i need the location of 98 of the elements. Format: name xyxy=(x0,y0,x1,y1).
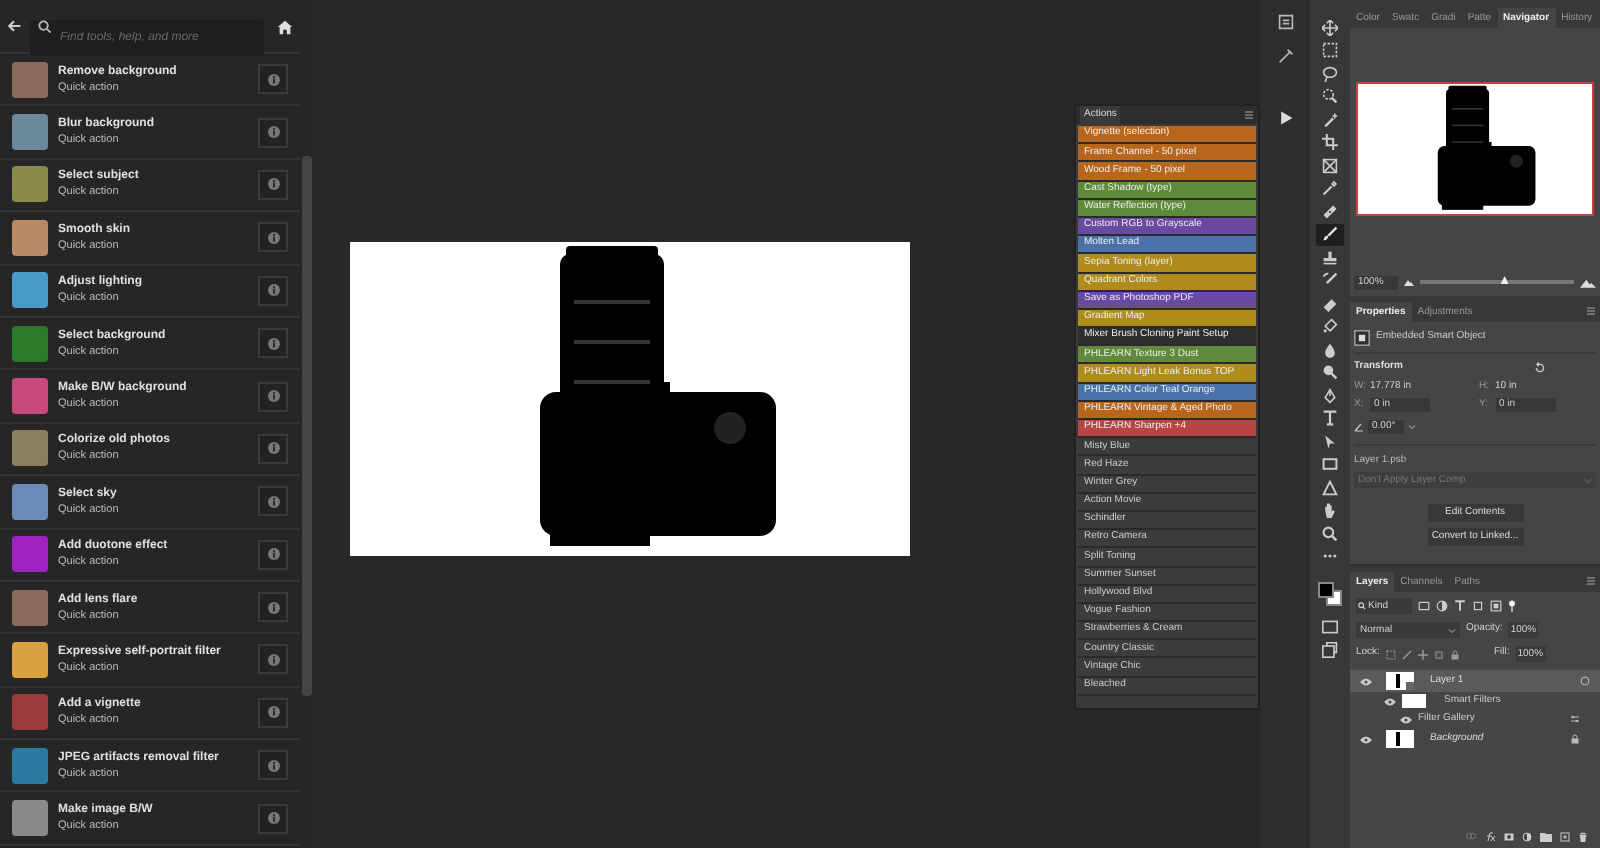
info-button[interactable] xyxy=(258,328,288,359)
eye-icon[interactable] xyxy=(1400,715,1412,723)
tool-button[interactable] xyxy=(1316,223,1344,246)
large-mountain-icon[interactable] xyxy=(1580,277,1596,287)
eraser-icon xyxy=(1322,295,1338,312)
small-mountain-icon[interactable] xyxy=(1404,278,1414,286)
home-icon[interactable] xyxy=(276,17,294,35)
eye-icon[interactable] xyxy=(1360,677,1372,685)
tool-button[interactable] xyxy=(1316,16,1344,39)
info-icon xyxy=(267,812,279,825)
quick-mask-icon[interactable] xyxy=(1322,620,1338,634)
info-icon xyxy=(267,284,279,297)
search-icon xyxy=(38,19,52,33)
rectangle-icon xyxy=(1322,456,1338,473)
info-button[interactable] xyxy=(258,169,288,200)
filter-options-icon[interactable] xyxy=(1570,714,1580,724)
fx-icon[interactable] xyxy=(1484,831,1496,841)
menu-icon[interactable] xyxy=(1586,576,1596,586)
menu-icon[interactable] xyxy=(1586,306,1596,316)
smart-object-icon xyxy=(1354,329,1370,345)
info-button[interactable] xyxy=(258,592,288,623)
reset-icon[interactable] xyxy=(1534,361,1546,373)
info-icon xyxy=(267,706,279,719)
crop-icon xyxy=(1322,134,1338,151)
arrow-cursor-icon xyxy=(1322,433,1338,450)
quick-select-icon xyxy=(1322,88,1338,105)
info-button[interactable] xyxy=(258,750,288,781)
eyedropper-icon xyxy=(1322,180,1338,197)
type-icon xyxy=(1322,410,1338,427)
info-icon xyxy=(267,231,279,244)
info-icon xyxy=(267,390,279,403)
info-icon xyxy=(267,442,279,455)
dropdown-caret-icon[interactable] xyxy=(1408,424,1416,430)
trash-icon[interactable] xyxy=(1578,831,1588,841)
eye-icon[interactable] xyxy=(1384,697,1396,705)
play-icon[interactable] xyxy=(1277,110,1293,126)
info-icon xyxy=(267,337,279,350)
triangle-icon xyxy=(1322,479,1338,496)
shape-filter-icon[interactable] xyxy=(1472,599,1484,611)
eye-icon[interactable] xyxy=(1360,735,1372,743)
lasso-icon xyxy=(1322,65,1338,82)
filter-mask-thumbnail xyxy=(1402,694,1426,708)
panel-icon[interactable] xyxy=(1277,48,1293,64)
camera-drawing xyxy=(1437,84,1536,209)
info-button[interactable] xyxy=(258,433,288,464)
mask-icon[interactable] xyxy=(1504,831,1514,841)
smart-object-filter-icon[interactable] xyxy=(1490,599,1502,611)
history-brush-icon xyxy=(1322,272,1338,289)
layer-thumbnail xyxy=(1386,730,1414,748)
type-filter-icon[interactable] xyxy=(1454,599,1466,611)
info-button[interactable] xyxy=(258,803,288,834)
stamp-icon xyxy=(1322,249,1338,266)
search-icon xyxy=(1358,601,1366,609)
rectangular-marquee-icon xyxy=(1322,42,1338,59)
layer-thumbnail xyxy=(1386,672,1414,690)
info-button[interactable] xyxy=(258,275,288,306)
info-icon xyxy=(267,601,279,614)
slider-thumb[interactable] xyxy=(1500,276,1509,284)
tool-button[interactable] xyxy=(1316,476,1344,499)
water-drop-icon xyxy=(1322,341,1338,358)
info-button[interactable] xyxy=(258,381,288,412)
dropdown-caret-icon xyxy=(1448,627,1456,633)
info-icon xyxy=(267,126,279,139)
info-icon xyxy=(267,73,279,86)
tool-button[interactable] xyxy=(1316,131,1344,154)
new-layer-icon[interactable] xyxy=(1560,831,1570,841)
frame-icon xyxy=(1322,157,1338,174)
magic-wand-icon xyxy=(1322,111,1338,128)
info-button[interactable] xyxy=(258,222,288,253)
bandage-icon xyxy=(1322,203,1338,220)
info-button[interactable] xyxy=(258,64,288,95)
adjustment-filter-icon[interactable] xyxy=(1436,599,1448,611)
lock-icon[interactable] xyxy=(1449,649,1460,659)
info-icon xyxy=(267,759,279,772)
scrollbar-thumb[interactable] xyxy=(302,156,312,696)
info-button[interactable] xyxy=(258,486,288,517)
menu-icon[interactable] xyxy=(1244,110,1254,120)
filter-toggle-icon[interactable] xyxy=(1508,599,1516,611)
info-button[interactable] xyxy=(258,117,288,148)
paint-bucket-icon xyxy=(1322,318,1338,335)
panel-icon[interactable] xyxy=(1277,14,1293,30)
folder-icon[interactable] xyxy=(1540,831,1552,841)
info-icon xyxy=(267,653,279,666)
foreground-color-swatch[interactable] xyxy=(1318,582,1334,598)
zoom-icon xyxy=(1322,525,1338,542)
info-button[interactable] xyxy=(258,697,288,728)
hand-icon xyxy=(1322,502,1338,519)
info-icon xyxy=(267,495,279,508)
screen-mode-icon[interactable] xyxy=(1322,642,1338,658)
image-filter-icon[interactable] xyxy=(1418,599,1430,611)
angle-icon xyxy=(1354,422,1364,432)
pen-icon xyxy=(1322,387,1338,404)
info-icon xyxy=(267,178,279,191)
back-arrow-icon[interactable] xyxy=(6,18,22,34)
adjustment-icon[interactable] xyxy=(1522,831,1532,841)
info-button[interactable] xyxy=(258,644,288,675)
info-button[interactable] xyxy=(258,539,288,570)
info-icon xyxy=(267,548,279,561)
